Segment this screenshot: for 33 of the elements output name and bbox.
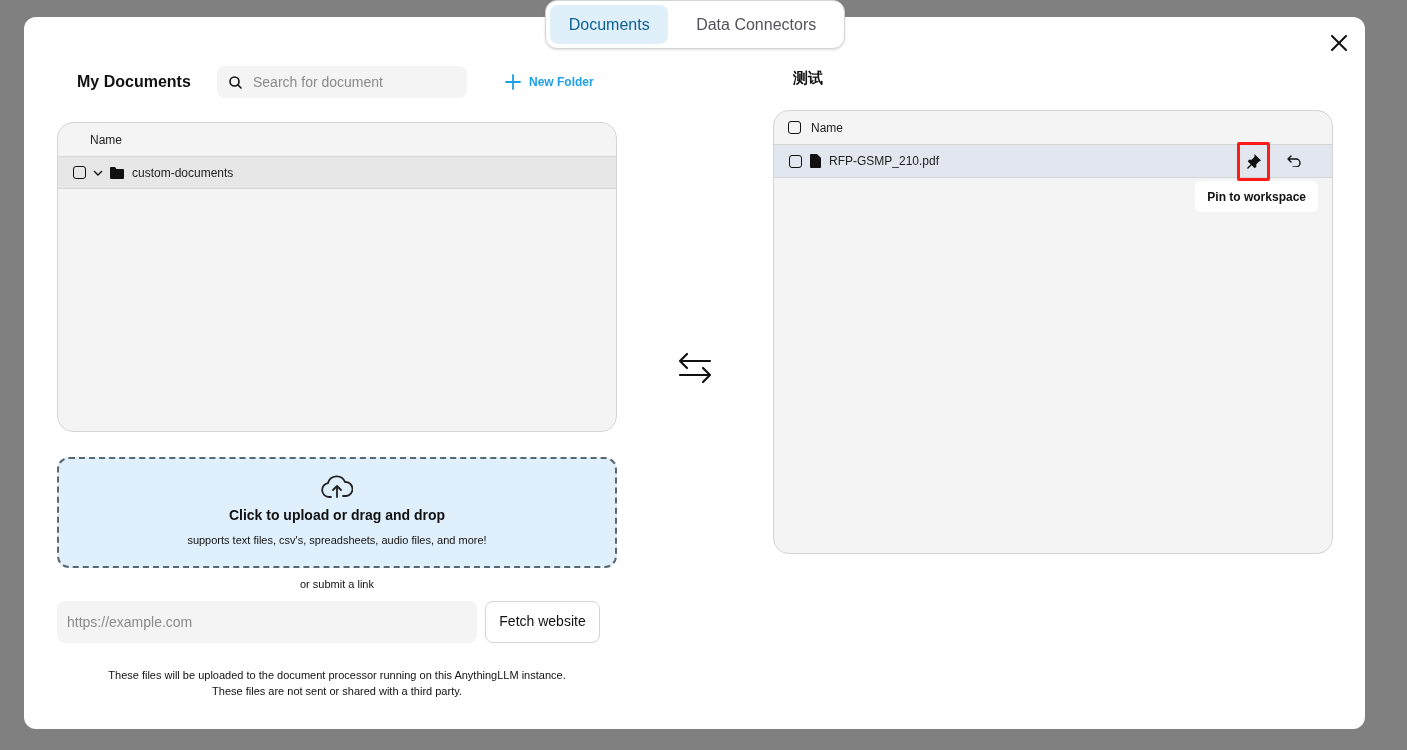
close-button[interactable] [1329, 33, 1349, 53]
checkbox[interactable] [788, 121, 801, 134]
folder-icon [110, 166, 124, 179]
close-icon [1331, 35, 1347, 51]
folder-row[interactable]: custom-documents [58, 157, 616, 189]
undo-icon [1287, 155, 1301, 167]
fetch-website-button[interactable]: Fetch website [485, 600, 600, 643]
tab[interactable]: Documents [550, 5, 669, 44]
swap-arrows-icon [678, 352, 712, 384]
checkbox[interactable] [73, 166, 86, 179]
column-header: Name [90, 131, 122, 149]
search-field[interactable]: Search for document [217, 66, 467, 98]
column-header: Name [811, 119, 843, 137]
notice-text: These files are not sent or shared with a third party. [212, 683, 462, 699]
cloud-upload-icon [321, 475, 353, 499]
tooltip: Pin to workspace [1195, 181, 1318, 212]
upload-dropzone[interactable]: Click to upload or drag and drop supports text files, csv's, spreadsheets, audio files, and more! [57, 457, 617, 568]
file-row[interactable]: RFP-GSMP_210.pdf [774, 145, 1332, 178]
url-field[interactable]: https://example.com [57, 600, 477, 643]
upload-title: Click to upload or drag and drop [228, 506, 446, 525]
section-title: My Documents [76, 72, 192, 92]
file-name: RFP-GSMP_210.pdf [829, 153, 940, 170]
pin-icon [1246, 153, 1261, 169]
notice-text: These files will be uploaded to the document processor running on this AnythingLLM instance. [108, 667, 566, 683]
plus-icon [505, 74, 521, 90]
workspace-title: 测试 [792, 70, 824, 86]
upload-subtitle: supports text files, csv's, spreadsheets, audio files, and more! [187, 533, 487, 548]
checkbox[interactable] [789, 154, 802, 168]
tab[interactable]: Data Connectors [672, 5, 840, 44]
file-icon [810, 154, 821, 168]
pin-button[interactable] [1237, 141, 1270, 181]
folder-name: custom-documents [132, 164, 234, 182]
link-label: or submit a link [300, 577, 374, 592]
